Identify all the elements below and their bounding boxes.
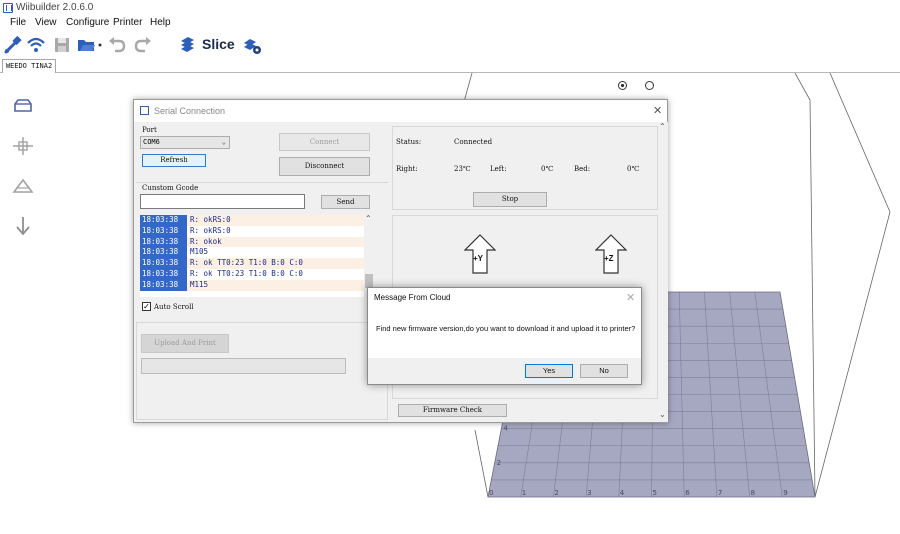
log-row: 18:03:38 R: ok TT0:23 T1:0 B:0 C:0 [140, 268, 303, 280]
message-dialog-title: Message From Cloud [368, 288, 641, 308]
upload-progress-bar [141, 358, 346, 374]
bed-x-tick-label: 4 [620, 489, 625, 497]
bed-temp-value: 0℃ [627, 165, 640, 173]
right-temp-value: 23℃ [454, 165, 471, 173]
slice-button[interactable]: Slice [202, 36, 235, 52]
refresh-button[interactable]: Refresh [142, 154, 206, 167]
app-window: Wiibuilder 2.0.6.0 File View Configure P… [0, 0, 900, 534]
save-icon[interactable] [52, 35, 72, 55]
log-row: 18:03:38 R: okRS:0 [140, 225, 231, 237]
connect-button[interactable]: Connect [279, 133, 370, 151]
right-temp-label: Right: [396, 165, 418, 173]
bed-x-tick-label: 5 [653, 489, 657, 497]
scroll-thumb[interactable] [365, 274, 373, 288]
jog-z-label: +Z [604, 254, 614, 263]
serial-window-title: Serial Connection [154, 106, 226, 116]
log-row: 18:03:38 M115 [140, 279, 364, 291]
menu-view[interactable]: View [35, 17, 57, 28]
redo-icon[interactable] [133, 35, 153, 55]
bed-x-tick-label: 9 [783, 489, 787, 497]
menu-configure[interactable]: Configure [66, 17, 109, 28]
bed-y-tick-label: 4 [503, 425, 508, 433]
bed-y-tick-label: 2 [497, 459, 501, 467]
open-folder-icon[interactable] [76, 35, 96, 55]
close-icon[interactable]: ✕ [653, 100, 662, 122]
bed-temp-label: Bed: [574, 165, 591, 173]
status-value: Connected [454, 138, 493, 146]
port-select[interactable]: COM6 ⌄ [140, 136, 230, 149]
left-temp-label: Left: [490, 165, 507, 173]
window-logo-icon [140, 106, 149, 115]
yes-button[interactable]: Yes [525, 364, 573, 378]
serial-window-titlebar: Serial Connection ✕ [134, 100, 667, 122]
toolbar: Slice [0, 32, 900, 58]
custom-gcode-label: Cunstom Gcode [142, 184, 199, 192]
send-button[interactable]: Send [321, 195, 370, 209]
serial-log[interactable]: 18:03:38 R: okRS:0 18:03:38 R: okRS:0 18:0… [140, 215, 364, 297]
title-bar: Wiibuilder 2.0.6.0 [0, 0, 900, 16]
chevron-down-icon: ⌄ [221, 138, 226, 146]
status-label: Status: [396, 138, 422, 146]
menu-file[interactable]: File [10, 17, 26, 28]
message-dialog: Message From Cloud ✕ Find new firmware v… [367, 287, 642, 385]
stop-button[interactable]: Stop [473, 192, 547, 207]
undo-icon[interactable] [107, 35, 127, 55]
slice-icon[interactable] [177, 35, 197, 55]
scroll-up-icon[interactable]: ⌃ [365, 214, 372, 223]
bed-x-tick-label: 3 [587, 489, 591, 497]
bed-x-tick-label: 7 [718, 489, 722, 497]
folder-dropdown-icon[interactable] [96, 35, 104, 55]
firmware-check-button[interactable]: Firmware Check [398, 404, 507, 417]
menu-help[interactable]: Help [150, 17, 171, 28]
usb-connect-icon[interactable] [3, 35, 23, 55]
disconnect-button[interactable]: Disconnect [279, 157, 370, 176]
scroll-down-icon[interactable]: ⌄ [659, 410, 666, 419]
printer-tab-bar: WEEDO TINA2 [0, 59, 900, 73]
auto-scroll-checkbox[interactable]: ✓ [142, 302, 151, 311]
log-row: 18:03:38 M105 [140, 247, 209, 259]
bed-x-tick-label: 0 [489, 489, 493, 497]
slice-settings-icon[interactable] [242, 35, 262, 55]
jog-y-label: +Y [473, 254, 484, 263]
bed-x-tick-label: 6 [685, 489, 690, 497]
left-temp-value: 0℃ [541, 165, 554, 173]
bed-x-tick-label: 1 [522, 489, 526, 497]
log-row: 18:03:38 R: okRS:0 [140, 215, 364, 226]
scroll-up-icon[interactable]: ⌃ [659, 122, 666, 131]
window-scrollbar[interactable]: ⌃ ⌄ [658, 122, 668, 422]
port-select-value: COM6 [143, 138, 160, 146]
message-dialog-body: Find new firmware version,do you want to… [368, 308, 641, 358]
log-row: 18:03:38 R: ok TT0:23 T1:0 B:0 C:0 [140, 258, 364, 269]
upload-and-print-button[interactable]: Upload And Print [141, 334, 229, 353]
menu-printer[interactable]: Printer [113, 17, 142, 28]
bed-x-tick-label: 8 [751, 489, 755, 497]
message-text: Find new firmware version,do you want to… [376, 324, 636, 333]
app-logo-icon [3, 3, 13, 13]
no-button[interactable]: No [580, 364, 628, 378]
tab-weedo-tina2[interactable]: WEEDO TINA2 [2, 59, 56, 73]
log-row: 18:03:38 R: okok [140, 236, 364, 248]
menu-bar: File View Configure Printer Help [0, 16, 900, 32]
log-scrollbar[interactable]: ⌃ [364, 214, 374, 297]
wifi-icon[interactable] [26, 35, 46, 55]
divider [136, 182, 388, 183]
gcode-input[interactable] [140, 194, 305, 209]
close-icon[interactable]: ✕ [626, 291, 635, 304]
auto-scroll-label: Auto Scroll [154, 303, 194, 311]
app-title: Wiibuilder 2.0.6.0 [16, 2, 94, 13]
port-label: Port [142, 126, 157, 134]
bed-x-tick-label: 2 [554, 489, 558, 497]
